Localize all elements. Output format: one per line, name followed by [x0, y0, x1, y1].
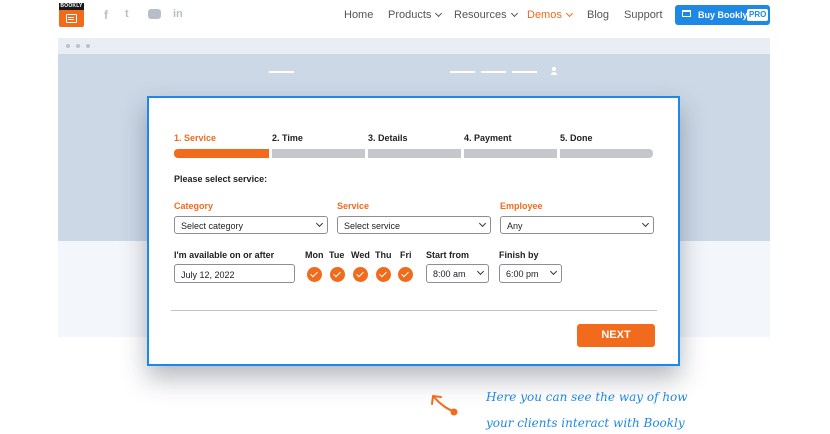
checkbox-thu[interactable]	[376, 267, 391, 282]
buy-bookly-button[interactable]: Buy Bookly PRO	[675, 5, 770, 25]
finish-by-label: Finish by	[499, 250, 539, 260]
linkedin-icon[interactable]: in	[173, 8, 183, 20]
chevron-down-icon	[315, 219, 324, 228]
chevron-down-icon	[510, 9, 518, 18]
buy-button-label: Buy Bookly	[698, 10, 748, 20]
window-dot	[76, 44, 80, 48]
employee-value: Any	[507, 221, 523, 231]
finish-time-select[interactable]: 6:00 pm	[499, 264, 562, 283]
step-payment: 4. Payment	[464, 133, 512, 143]
top-navbar: BOOKLY f t in Home Products Resources De…	[0, 0, 830, 34]
mock-browser-bar	[58, 38, 770, 54]
pro-badge: PRO	[747, 9, 769, 21]
category-value: Select category	[181, 221, 244, 231]
step-time: 2. Time	[272, 133, 303, 143]
checkbox-wed[interactable]	[353, 267, 368, 282]
chevron-down-icon	[478, 219, 487, 228]
logo-text: BOOKLY	[59, 3, 84, 10]
facebook-icon[interactable]: f	[104, 8, 108, 22]
bookly-logo[interactable]: BOOKLY	[59, 3, 84, 27]
service-value: Select service	[344, 221, 401, 231]
curved-arrow-icon	[431, 395, 458, 416]
progress-step-payment	[464, 149, 557, 158]
available-after-label: I'm available on or after	[174, 250, 275, 260]
user-icon	[551, 67, 557, 75]
day-label-tue: Tue	[329, 250, 345, 260]
step-done: 5. Done	[560, 133, 593, 143]
start-time-value: 8:00 am	[433, 269, 466, 279]
day-label-thu: Thu	[375, 250, 392, 260]
progress-step-done	[560, 149, 653, 158]
chevron-down-icon	[435, 9, 443, 18]
start-from-label: Start from	[426, 250, 470, 260]
date-input[interactable]: July 12, 2022	[174, 264, 295, 283]
nav-resources-label: Resources	[454, 9, 507, 21]
finish-time-value: 6:00 pm	[506, 269, 539, 279]
nav-products[interactable]: Products	[388, 9, 443, 21]
step-service: 1. Service	[174, 133, 217, 143]
mock-nav-line	[481, 71, 506, 73]
youtube-icon[interactable]	[148, 9, 161, 19]
form-divider	[171, 310, 657, 311]
annotation-line-2: your clients interact with Bookly	[486, 416, 685, 430]
day-label-fri: Fri	[400, 250, 412, 260]
nav-demos-label: Demos	[527, 9, 562, 21]
window-dot	[66, 44, 70, 48]
select-service-prompt: Please select service:	[174, 174, 268, 184]
nav-blog[interactable]: Blog	[587, 9, 609, 21]
progress-step-details	[368, 149, 461, 158]
progress-step-service	[174, 149, 269, 158]
calendar-icon	[66, 14, 77, 23]
category-label: Category	[174, 201, 214, 211]
progress-step-time	[272, 149, 365, 158]
nav-demos[interactable]: Demos	[527, 9, 573, 21]
chevron-down-icon	[641, 219, 650, 228]
service-label: Service	[337, 201, 370, 211]
annotation-line-1: Here you can see the way of how	[486, 390, 688, 404]
window-dot	[86, 44, 90, 48]
twitter-icon[interactable]: t	[125, 8, 129, 20]
checkbox-tue[interactable]	[330, 267, 345, 282]
nav-resources[interactable]: Resources	[454, 9, 518, 21]
category-select[interactable]: Select category	[174, 216, 328, 234]
checkbox-fri[interactable]	[398, 267, 413, 282]
mock-nav-line	[512, 71, 537, 73]
next-button[interactable]: NEXT	[577, 324, 655, 347]
day-label-wed: Wed	[351, 250, 370, 260]
employee-select[interactable]: Any	[500, 216, 654, 234]
mock-nav-line	[450, 71, 475, 73]
service-select[interactable]: Select service	[337, 216, 491, 234]
chevron-down-icon	[476, 267, 485, 276]
mock-nav-line	[269, 71, 294, 73]
employee-label: Employee	[500, 201, 543, 211]
nav-home[interactable]: Home	[344, 9, 373, 21]
chevron-down-icon	[565, 9, 573, 18]
day-label-mon: Mon	[305, 250, 324, 260]
nav-support[interactable]: Support	[624, 9, 663, 21]
booking-form: 1. Service 2. Time 3. Details 4. Payment…	[147, 96, 680, 366]
checkbox-mon[interactable]	[307, 267, 322, 282]
start-time-select[interactable]: 8:00 am	[426, 264, 489, 283]
step-details: 3. Details	[368, 133, 408, 143]
chevron-down-icon	[549, 267, 558, 276]
nav-products-label: Products	[388, 9, 432, 21]
cart-icon	[682, 10, 691, 17]
